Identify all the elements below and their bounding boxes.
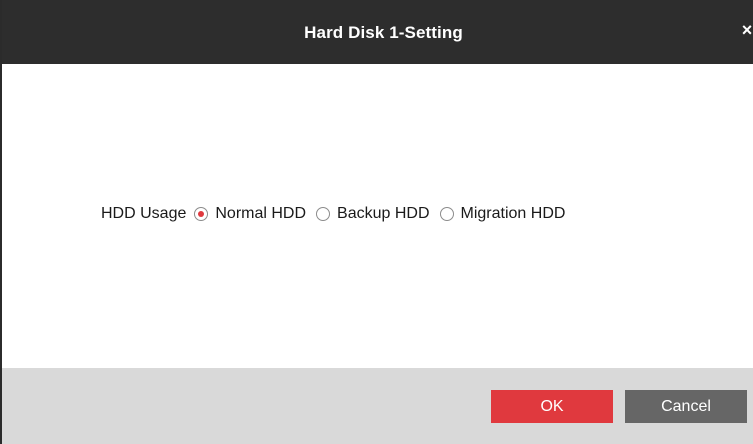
radio-option-migration-hdd[interactable]: Migration HDD: [439, 205, 566, 223]
radio-label-migration-hdd: Migration HDD: [460, 205, 566, 222]
radio-label-normal-hdd: Normal HDD: [215, 205, 307, 222]
radio-migration-hdd[interactable]: [439, 207, 454, 221]
dialog-footer: OK Cancel: [2, 368, 753, 444]
ok-button[interactable]: OK: [491, 390, 613, 423]
cancel-button[interactable]: Cancel: [625, 390, 747, 423]
hdd-usage-label: HDD Usage: [101, 205, 187, 222]
radio-option-backup-hdd[interactable]: Backup HDD: [316, 205, 430, 223]
radio-normal-hdd[interactable]: [194, 207, 209, 221]
hdd-usage-row: HDD Usage Normal HDD Backup HDD Migratio…: [101, 200, 575, 228]
hard-disk-setting-dialog: Hard Disk 1-Setting × HDD Usage Normal H…: [0, 0, 753, 444]
close-icon[interactable]: ×: [739, 18, 753, 42]
radio-backup-hdd[interactable]: [316, 207, 331, 221]
dialog-body: HDD Usage Normal HDD Backup HDD Migratio…: [2, 64, 753, 368]
dialog-title: Hard Disk 1-Setting: [304, 23, 463, 42]
radio-option-normal-hdd[interactable]: Normal HDD: [194, 205, 306, 223]
radio-label-backup-hdd: Backup HDD: [337, 205, 430, 222]
dialog-titlebar: Hard Disk 1-Setting ×: [2, 0, 753, 64]
